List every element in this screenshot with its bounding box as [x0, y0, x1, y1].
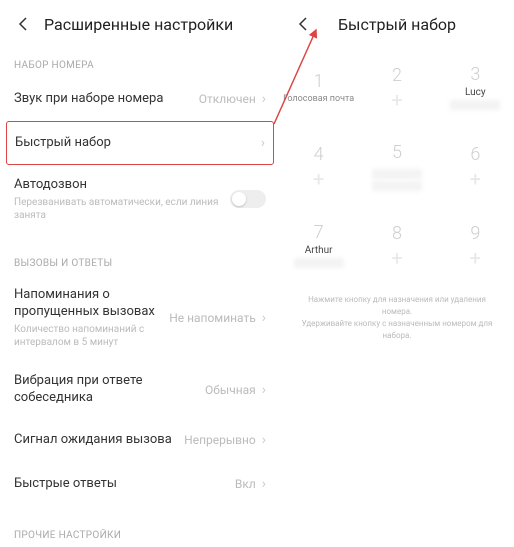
- dial-contact: Lucy: [465, 87, 486, 98]
- row-autoredial[interactable]: Автодозвон Перезванивать автоматически, …: [0, 165, 280, 234]
- row-dial-sound[interactable]: Звук при наборе номера Отключен ›: [0, 77, 280, 121]
- dial-slot-6[interactable]: 6 +: [437, 127, 514, 205]
- row-value: Обычная: [205, 383, 256, 397]
- chevron-right-icon: ›: [261, 135, 265, 151]
- dial-slot-3[interactable]: 3 Lucy: [437, 48, 514, 126]
- row-vibration[interactable]: Вибрация при ответе собеседника Обычная …: [0, 361, 280, 419]
- dial-number: 6: [470, 144, 480, 165]
- section-calls-label: ВЫЗОВЫ И ОТВЕТЫ: [0, 234, 280, 275]
- row-speed-dial[interactable]: Быстрый набор ›: [6, 121, 274, 165]
- autoredial-toggle[interactable]: [230, 190, 266, 208]
- dial-number: 7: [314, 222, 324, 243]
- dial-number: 5: [392, 142, 402, 163]
- chevron-right-icon: ›: [262, 432, 266, 448]
- dial-number-blurred: [372, 181, 422, 191]
- dial-slot-7[interactable]: 7 Arthur: [280, 206, 357, 284]
- dial-slot-4[interactable]: 4 +: [280, 127, 357, 205]
- plus-icon: +: [391, 248, 402, 268]
- speed-dial-screen: Быстрый набор 1 Голосовая почта 2 + 3 Lu…: [280, 0, 514, 500]
- dial-slot-9[interactable]: 9 +: [437, 206, 514, 284]
- dial-number: 1: [314, 71, 324, 92]
- chevron-right-icon: ›: [262, 476, 266, 492]
- dial-contact: Arthur: [305, 245, 333, 256]
- row-title: Быстрый набор: [15, 135, 261, 152]
- settings-screen: Расширенные настройки НАБОР НОМЕРА Звук …: [0, 0, 280, 500]
- page-title: Расширенные настройки: [44, 15, 233, 34]
- dial-slot-8[interactable]: 8 +: [358, 206, 435, 284]
- back-button[interactable]: [8, 8, 40, 40]
- row-value: Не напоминать: [169, 311, 256, 325]
- section-dial-label: НАБОР НОМЕРА: [0, 48, 280, 77]
- row-title: Быстрые ответы: [14, 476, 235, 493]
- page-title: Быстрый набор: [320, 15, 474, 34]
- header: Быстрый набор: [280, 0, 514, 48]
- row-title: Автодозвон: [14, 177, 230, 194]
- dial-slot-5[interactable]: 5: [358, 127, 435, 205]
- dial-slot-1[interactable]: 1 Голосовая почта: [280, 48, 357, 126]
- header: Расширенные настройки: [0, 0, 280, 48]
- chevron-left-icon: [16, 16, 32, 32]
- dial-number: 4: [314, 144, 324, 165]
- plus-icon: +: [391, 90, 402, 110]
- row-title: Напоминания о пропущенных вызовах: [14, 287, 169, 321]
- dial-number-blurred: [450, 100, 500, 110]
- chevron-left-icon: [296, 16, 312, 32]
- row-subtitle: Перезванивать автоматически, если линия …: [14, 196, 230, 222]
- plus-icon: +: [470, 248, 481, 268]
- section-other-label: ПРОЧИЕ НАСТРОЙКИ: [0, 506, 280, 547]
- row-value: Вкл: [235, 477, 256, 491]
- row-subtitle: Количество напоминаний с интервалом в 5 …: [14, 323, 169, 349]
- speed-dial-grid: 1 Голосовая почта 2 + 3 Lucy 4 + 5 6 + 7…: [280, 48, 514, 284]
- back-button[interactable]: [288, 8, 320, 40]
- dial-slot-2[interactable]: 2 +: [358, 48, 435, 126]
- dial-number-blurred: [294, 258, 344, 268]
- row-title: Вибрация при ответе собеседника: [14, 373, 205, 407]
- dial-number: 3: [470, 64, 480, 85]
- dial-number: 9: [470, 223, 480, 244]
- row-value: Отключен: [199, 92, 256, 106]
- chevron-right-icon: ›: [262, 310, 266, 326]
- chevron-right-icon: ›: [262, 91, 266, 107]
- plus-icon: +: [313, 169, 324, 189]
- dial-contact-blurred: [372, 169, 422, 179]
- row-value: Непрерывно: [184, 433, 256, 447]
- hint-text: Нажмите кнопку для назначения или удален…: [280, 284, 514, 352]
- row-title: Сигнал ожидания вызова: [14, 432, 184, 449]
- chevron-right-icon: ›: [262, 382, 266, 398]
- row-call-waiting[interactable]: Сигнал ожидания вызова Непрерывно ›: [0, 418, 280, 462]
- plus-icon: +: [470, 169, 481, 189]
- dial-label: Голосовая почта: [283, 94, 354, 104]
- row-missed-reminders[interactable]: Напоминания о пропущенных вызовах Количе…: [0, 275, 280, 361]
- row-title: Звук при наборе номера: [14, 91, 199, 108]
- dial-number: 8: [392, 223, 402, 244]
- dial-number: 2: [392, 65, 402, 86]
